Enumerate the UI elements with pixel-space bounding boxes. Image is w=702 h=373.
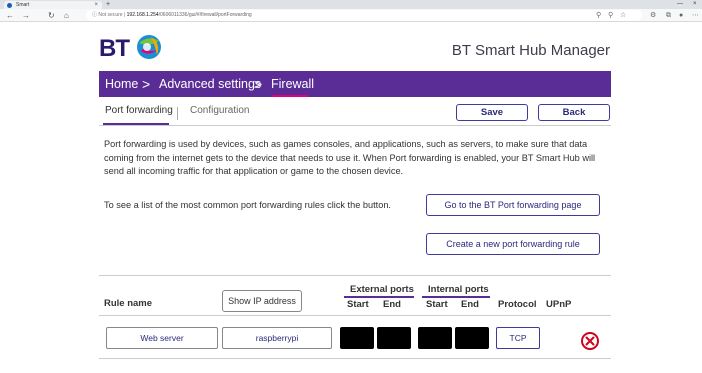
column-header-external-end: End [383,299,401,310]
external-ports-underline [344,296,414,298]
url-path: /0606011336/gui/#/firewall/portForwardin… [158,12,252,18]
column-header-protocol: Protocol [498,299,537,310]
forward-arrow-icon[interactable]: → [22,10,30,21]
home-icon[interactable]: ⌂ [64,10,69,21]
back-arrow-icon[interactable]: ← [6,10,14,21]
divider [99,275,611,276]
close-tab-icon[interactable]: × [94,1,98,9]
intro-paragraph: Port forwarding is used by devices, such… [104,139,596,176]
breadcrumb-firewall[interactable]: Firewall [271,71,314,97]
bt-globe-icon [137,35,161,59]
column-header-rule-name: Rule name [104,298,153,309]
column-header-external-start: Start [347,299,369,310]
divider [99,315,611,316]
breadcrumb-advanced-settings[interactable]: Advanced settings [159,71,261,97]
protocol-select[interactable]: TCP [496,327,540,349]
favicon-icon [7,3,12,8]
zoom-icon[interactable]: ⚲ [596,10,601,21]
extension-icon[interactable]: ⚙ [650,10,656,21]
divider [99,358,611,359]
back-button[interactable]: Back [538,104,610,121]
show-ip-address-button[interactable]: Show IP address [222,290,302,312]
bt-logo-text: BT [99,35,130,62]
internal-end-field[interactable] [455,327,489,349]
zoom-out-icon[interactable]: ⚲ [608,10,613,21]
tab-configuration[interactable]: Configuration [190,105,249,116]
column-group-internal-ports: Internal ports [428,284,489,295]
save-button[interactable]: Save [456,104,528,121]
internal-start-field[interactable] [418,327,452,349]
browser-tab[interactable]: Smart × [4,1,102,9]
url-host: 192.168.1.254 [126,12,159,18]
column-header-internal-end: End [461,299,479,310]
external-end-field[interactable] [377,327,411,349]
profile-icon[interactable]: ● [679,10,683,21]
minimize-window-button[interactable]: — [677,0,683,9]
breadcrumb-active-indicator [272,95,308,97]
rule-name-field[interactable]: Web server [106,327,218,349]
tab-port-forwarding[interactable]: Port forwarding [105,105,173,116]
column-header-internal-start: Start [426,299,448,310]
column-group-external-ports: External ports [350,284,414,295]
breadcrumb: Home > Advanced settings > Firewall [99,71,611,97]
app-title: BT Smart Hub Manager [451,42,610,59]
common-rules-text: To see a list of the most common port fo… [104,200,391,210]
browser-tab-title: Smart [16,2,30,8]
browser-tab-strip: Smart × + — × [0,0,702,9]
bt-port-forwarding-page-button[interactable]: Go to the BT Port forwarding page [426,194,600,216]
new-tab-button[interactable]: + [106,0,110,9]
tab-divider [177,107,178,120]
close-window-button[interactable]: × [693,0,697,9]
browser-toolbar: ← → ↻ ⌂ ⓘ Not secure | 192.168.1.254/060… [0,9,702,22]
device-select[interactable]: raspberrypi [222,327,332,349]
chevron-right-icon: > [254,76,263,92]
divider [99,125,611,126]
chevron-right-icon: > [142,76,151,92]
delete-rule-icon[interactable] [580,331,600,351]
collections-icon[interactable]: ⧉ [666,10,671,21]
column-header-upnp: UPnP [546,299,572,310]
reload-icon[interactable]: ↻ [48,10,55,21]
breadcrumb-home[interactable]: Home [105,71,138,97]
more-menu-icon[interactable]: ⋯ [692,10,699,21]
internal-ports-underline [422,296,490,298]
not-secure-label: Not secure [98,12,123,18]
external-start-field[interactable] [340,327,374,349]
address-bar[interactable]: ⓘ Not secure | 192.168.1.254/0606011336/… [86,10,642,21]
create-rule-button[interactable]: Create a new port forwarding rule [426,233,600,255]
bookmark-star-icon[interactable]: ☆ [620,10,626,21]
